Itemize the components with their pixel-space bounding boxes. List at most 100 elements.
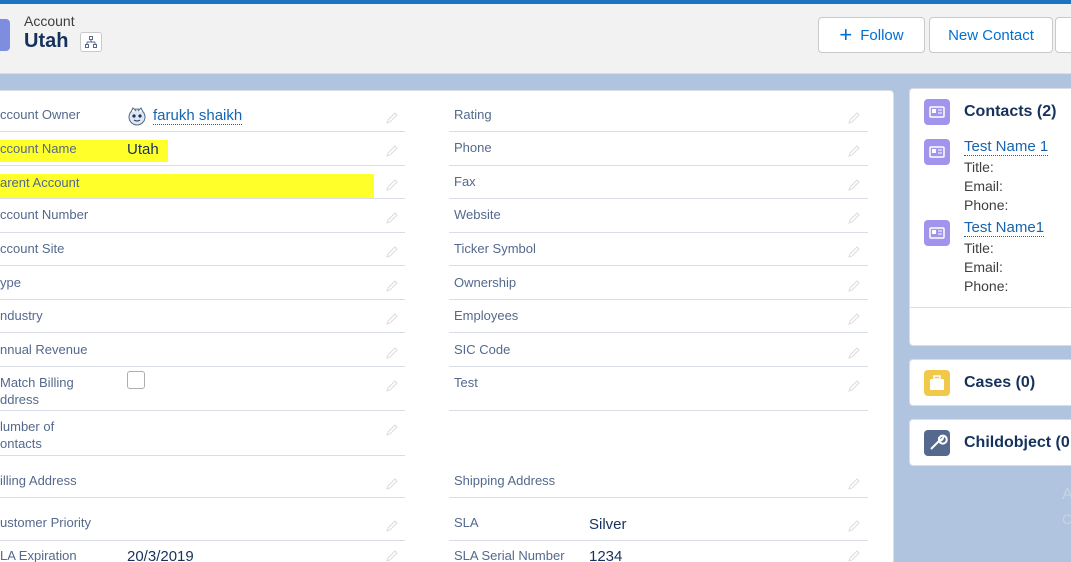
view-hierarchy-button[interactable] bbox=[80, 32, 102, 52]
pencil-icon[interactable] bbox=[386, 313, 398, 325]
field-label-sic-code: SIC Code bbox=[454, 342, 511, 357]
divider bbox=[449, 299, 868, 300]
pencil-icon[interactable] bbox=[386, 145, 398, 157]
pencil-icon[interactable] bbox=[386, 179, 398, 191]
divider bbox=[449, 410, 868, 411]
divider bbox=[0, 265, 405, 266]
contact-title-label: Title: bbox=[964, 159, 994, 175]
divider bbox=[449, 540, 868, 541]
pencil-icon[interactable] bbox=[386, 112, 398, 124]
pencil-icon[interactable] bbox=[848, 313, 860, 325]
pencil-icon[interactable] bbox=[848, 212, 860, 224]
pencil-icon[interactable] bbox=[848, 520, 860, 532]
childobject-related-list: Childobject (0 bbox=[909, 419, 1071, 466]
sla-expiration-value: 20/3/2019 bbox=[127, 548, 194, 562]
field-label-ticker-symbol: Ticker Symbol bbox=[454, 241, 536, 256]
field-label-website: Website bbox=[454, 207, 501, 222]
faint-text: A bbox=[1062, 486, 1071, 503]
divider bbox=[449, 131, 868, 132]
field-label-account-owner: ccount Owner bbox=[0, 107, 81, 122]
new-contact-button[interactable]: New Contact bbox=[929, 17, 1053, 53]
field-label-sla: SLA bbox=[454, 515, 479, 530]
contact-card-icon bbox=[924, 99, 950, 125]
divider bbox=[0, 455, 405, 456]
pencil-icon[interactable] bbox=[848, 380, 860, 392]
follow-button[interactable]: + Follow bbox=[818, 17, 925, 53]
pencil-icon[interactable] bbox=[386, 212, 398, 224]
pencil-icon[interactable] bbox=[848, 112, 860, 124]
account-icon bbox=[0, 19, 10, 51]
field-label-fax: Fax bbox=[454, 174, 476, 189]
pencil-icon[interactable] bbox=[386, 380, 398, 392]
faint-text: C bbox=[1062, 511, 1071, 527]
divider bbox=[0, 299, 405, 300]
contact-name-link[interactable]: Test Name1 bbox=[964, 219, 1045, 237]
field-label-number-of-contacts-line1: lumber of bbox=[0, 419, 55, 434]
pencil-icon[interactable] bbox=[848, 478, 860, 490]
field-label-sla-expiration: LA Expiration bbox=[0, 548, 77, 562]
follow-label: Follow bbox=[860, 26, 904, 44]
contact-card-icon bbox=[924, 139, 950, 165]
contact-email-label: Email: bbox=[964, 259, 1003, 275]
pencil-icon[interactable] bbox=[386, 246, 398, 258]
divider bbox=[0, 131, 405, 132]
user-avatar-icon bbox=[128, 107, 146, 126]
field-label-account-number: ccount Number bbox=[0, 207, 89, 222]
plus-icon: + bbox=[839, 22, 853, 47]
contact-card-icon bbox=[924, 220, 950, 246]
pencil-icon[interactable] bbox=[848, 179, 860, 191]
cases-related-list: Cases (0) bbox=[909, 359, 1071, 406]
pencil-icon[interactable] bbox=[386, 280, 398, 292]
divider bbox=[910, 307, 1071, 308]
childobject-card-title[interactable]: Childobject (0 bbox=[964, 434, 1070, 452]
field-label-customer-priority: ustomer Priority bbox=[0, 515, 92, 530]
contact-phone-label: Phone: bbox=[964, 197, 1009, 213]
contacts-related-list: Contacts (2) Test Name 1 Title: Email: P… bbox=[909, 88, 1071, 346]
sla-serial-number-value: 1234 bbox=[589, 548, 623, 562]
divider bbox=[449, 232, 868, 233]
field-label-type: ype bbox=[0, 275, 21, 290]
cases-card-title[interactable]: Cases (0) bbox=[964, 374, 1035, 392]
field-label-shipping-address: Shipping Address bbox=[454, 473, 556, 488]
contacts-card-title[interactable]: Contacts (2) bbox=[964, 103, 1056, 121]
field-label-billing-address: illing Address bbox=[0, 473, 77, 488]
field-label-test: Test bbox=[454, 375, 478, 390]
pencil-icon[interactable] bbox=[386, 520, 398, 532]
divider bbox=[0, 366, 405, 367]
field-label-rating: Rating bbox=[454, 107, 492, 122]
divider bbox=[0, 410, 405, 411]
wrench-icon bbox=[924, 430, 950, 456]
divider bbox=[0, 232, 405, 233]
sla-value: Silver bbox=[589, 516, 627, 533]
field-label-industry: ndustry bbox=[0, 308, 43, 323]
contact-name-link[interactable]: Test Name 1 bbox=[964, 138, 1049, 156]
contact-phone-label: Phone: bbox=[964, 278, 1009, 294]
field-label-account-site: ccount Site bbox=[0, 241, 65, 256]
divider bbox=[0, 497, 405, 498]
field-label-sla-serial-number: SLA Serial Number bbox=[454, 548, 565, 562]
briefcase-icon bbox=[924, 370, 950, 396]
pencil-icon[interactable] bbox=[386, 478, 398, 490]
hierarchy-icon bbox=[85, 36, 97, 48]
more-actions-button[interactable] bbox=[1055, 17, 1071, 53]
contact-email-label: Email: bbox=[964, 178, 1003, 194]
account-owner-link[interactable]: farukh shaikh bbox=[153, 107, 243, 125]
pencil-icon[interactable] bbox=[386, 424, 398, 436]
divider bbox=[449, 497, 868, 498]
divider bbox=[449, 198, 868, 199]
divider bbox=[449, 332, 868, 333]
match-billing-checkbox[interactable] bbox=[127, 371, 145, 389]
contact-title-label: Title: bbox=[964, 240, 994, 256]
pencil-icon[interactable] bbox=[848, 246, 860, 258]
divider bbox=[0, 165, 405, 166]
field-label-parent-account: arent Account bbox=[0, 174, 374, 198]
pencil-icon[interactable] bbox=[848, 280, 860, 292]
pencil-icon[interactable] bbox=[848, 145, 860, 157]
field-label-number-of-contacts-line2: ontacts bbox=[0, 436, 42, 451]
pencil-icon[interactable] bbox=[848, 550, 860, 562]
divider bbox=[449, 165, 868, 166]
pencil-icon[interactable] bbox=[386, 347, 398, 359]
record-title: Utah bbox=[24, 30, 69, 52]
pencil-icon[interactable] bbox=[386, 550, 398, 562]
pencil-icon[interactable] bbox=[848, 347, 860, 359]
